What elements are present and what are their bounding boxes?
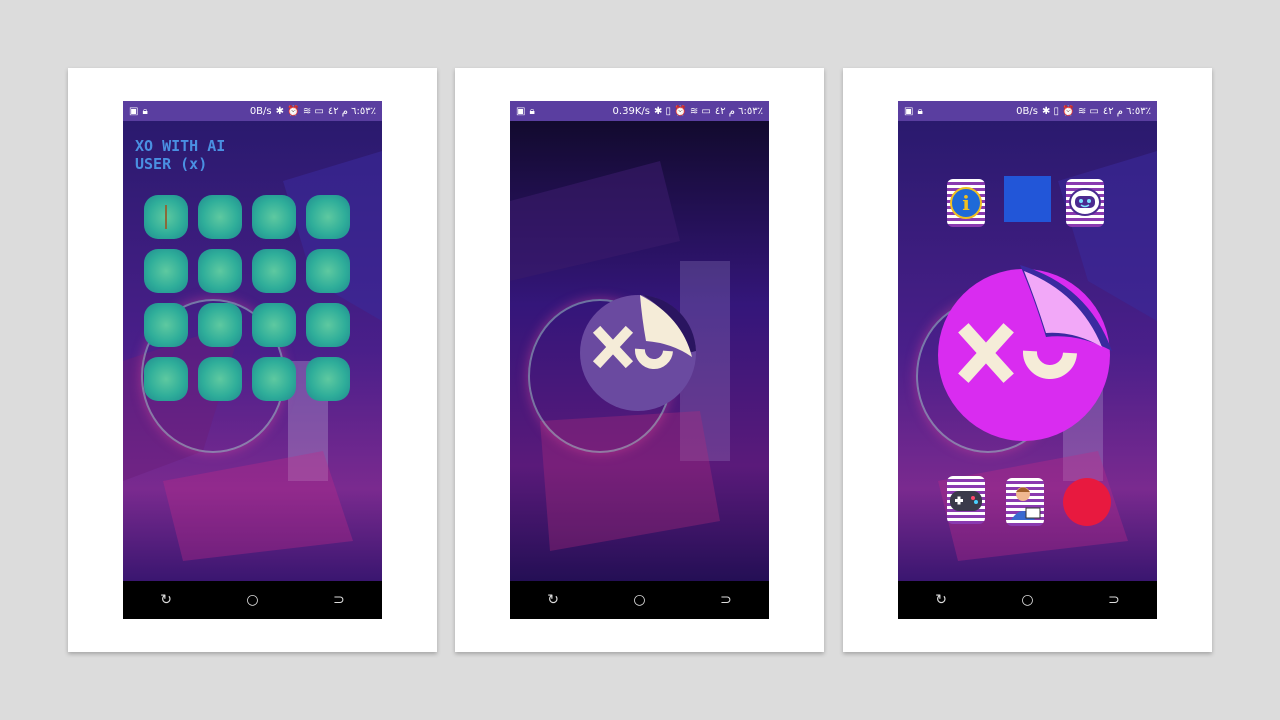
menu-screen: i xyxy=(898,121,1157,581)
navigation-bar: ↻ ○ ⊃ xyxy=(898,581,1157,619)
board-cell[interactable] xyxy=(144,195,188,239)
image-notification-icon: ▣ xyxy=(129,105,139,117)
record-button[interactable] xyxy=(1063,478,1111,526)
robot-chat-icon xyxy=(1069,188,1101,216)
board-cell[interactable] xyxy=(306,195,350,239)
back-button[interactable]: ⊃ xyxy=(1104,592,1124,608)
svg-text:i: i xyxy=(962,191,970,215)
board-cell[interactable] xyxy=(198,357,242,401)
back-button[interactable]: ⊃ xyxy=(716,592,736,608)
status-time: ٦:٥٣ م ٤٢٪ xyxy=(327,105,376,117)
board-cell[interactable] xyxy=(306,249,350,293)
home-button[interactable]: ○ xyxy=(1017,592,1037,608)
xo-sticker-logo-large xyxy=(938,265,1112,441)
board-cell[interactable] xyxy=(198,303,242,347)
lock-icon: 🔒︎ xyxy=(917,105,923,117)
screenshot-card-3: ▣ 🔒︎ 0B/s ✱ ▯ ⏰ ≋ ▭ ٦:٥٣ م ٤٢٪ i ↻ ○ ⊃ xyxy=(843,68,1212,652)
board-cell[interactable] xyxy=(144,357,188,401)
title-line-1: XO WITH AI xyxy=(135,137,226,155)
cursor-mark xyxy=(165,205,167,229)
home-button[interactable]: ○ xyxy=(629,592,649,608)
game-board-screen: XO WITH AI USER (x) xyxy=(123,121,382,581)
network-speed: 0B/s xyxy=(249,105,272,117)
board-cell[interactable] xyxy=(306,303,350,347)
info-button[interactable]: i xyxy=(947,179,985,227)
board-cell[interactable] xyxy=(198,249,242,293)
chat-bot-button[interactable] xyxy=(1066,179,1104,227)
status-icons: ✱ ▯ ⏰ ≋ ▭ xyxy=(1041,105,1099,117)
status-icons: ✱ ▯ ⏰ ≋ ▭ xyxy=(653,105,711,117)
board-cell[interactable] xyxy=(144,303,188,347)
network-speed: 0B/s xyxy=(1016,105,1038,117)
developer-button[interactable] xyxy=(1006,478,1044,526)
recent-apps-button[interactable]: ↻ xyxy=(931,592,951,608)
status-bar: ▣ 🔒︎ 0B/s ✱ ⏰ ≋ ▭ ٦:٥٣ م ٤٢٪ xyxy=(123,101,382,121)
board-cell[interactable] xyxy=(252,195,296,239)
title-line-2: USER (x) xyxy=(135,155,208,173)
image-notification-icon: ▣ xyxy=(904,105,914,117)
board-cell[interactable] xyxy=(252,357,296,401)
lock-icon: 🔒︎ xyxy=(142,105,148,117)
board-cell[interactable] xyxy=(144,249,188,293)
status-bar: ▣ 🔒︎ 0.39K/s ✱ ▯ ⏰ ≋ ▭ ٦:٥٣ م ٤٢٪ xyxy=(510,101,769,121)
board-cell[interactable] xyxy=(252,303,296,347)
screenshot-card-2: ▣ 🔒︎ 0.39K/s ✱ ▯ ⏰ ≋ ▭ ٦:٥٣ م ٤٢٪ ↻ ○ ⊃ xyxy=(455,68,824,652)
blue-square-button[interactable] xyxy=(1004,176,1051,222)
lock-icon: 🔒︎ xyxy=(529,105,535,117)
status-time: ٦:٥٣ م ٤٢٪ xyxy=(1102,105,1151,117)
app-title: XO WITH AI USER (x) xyxy=(135,137,225,173)
status-time: ٦:٥٣ م ٤٢٪ xyxy=(714,105,763,117)
network-speed: 0.39K/s xyxy=(612,105,650,117)
info-icon: i xyxy=(950,187,982,219)
phone-screen-1: ▣ 🔒︎ 0B/s ✱ ⏰ ≋ ▭ ٦:٥٣ م ٤٢٪ XO WITH AI USER… xyxy=(123,101,382,619)
navigation-bar: ↻ ○ ⊃ xyxy=(510,581,769,619)
recent-apps-button[interactable]: ↻ xyxy=(156,592,176,608)
gamepad-icon xyxy=(950,491,982,511)
status-bar: ▣ 🔒︎ 0B/s ✱ ▯ ⏰ ≋ ▭ ٦:٥٣ م ٤٢٪ xyxy=(898,101,1157,121)
xo-sticker-logo xyxy=(580,295,696,411)
status-icons: ✱ ⏰ ≋ ▭ xyxy=(275,105,324,117)
navigation-bar: ↻ ○ ⊃ xyxy=(123,581,382,619)
board-cell[interactable] xyxy=(252,249,296,293)
screenshot-card-1: ▣ 🔒︎ 0B/s ✱ ⏰ ≋ ▭ ٦:٥٣ م ٤٢٪ XO WITH AI USER… xyxy=(68,68,437,652)
play-game-button[interactable] xyxy=(947,476,985,524)
phone-screen-3: ▣ 🔒︎ 0B/s ✱ ▯ ⏰ ≋ ▭ ٦:٥٣ م ٤٢٪ i ↻ ○ ⊃ xyxy=(898,101,1157,619)
recent-apps-button[interactable]: ↻ xyxy=(543,592,563,608)
phone-screen-2: ▣ 🔒︎ 0.39K/s ✱ ▯ ⏰ ≋ ▭ ٦:٥٣ م ٤٢٪ ↻ ○ ⊃ xyxy=(510,101,769,619)
image-notification-icon: ▣ xyxy=(516,105,526,117)
home-button[interactable]: ○ xyxy=(242,592,262,608)
board-cell[interactable] xyxy=(198,195,242,239)
back-button[interactable]: ⊃ xyxy=(329,592,349,608)
board-cell[interactable] xyxy=(306,357,350,401)
developer-icon xyxy=(1011,487,1041,520)
splash-screen xyxy=(510,121,769,581)
